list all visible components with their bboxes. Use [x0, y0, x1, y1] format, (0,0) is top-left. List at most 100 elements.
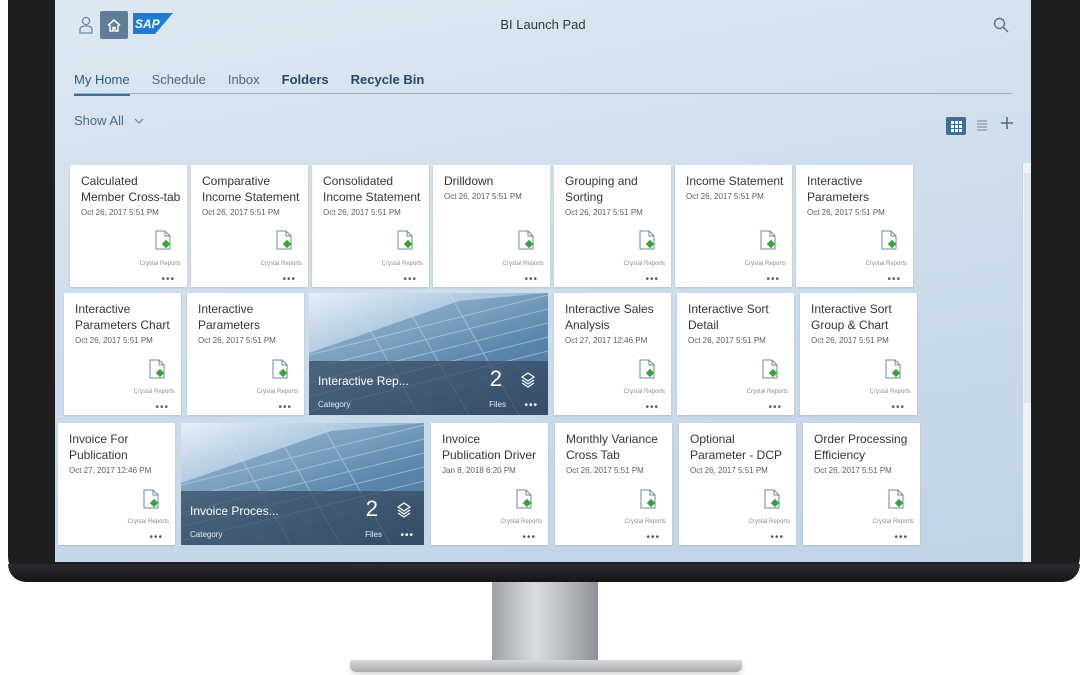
report-tile[interactable]: Interactive Sort Group & Chart Oct 26, 2… — [800, 293, 917, 415]
tile-title: Order Processing Efficiency — [814, 432, 908, 462]
stack-icon — [396, 502, 412, 518]
tile-type: Crystal Reports — [872, 519, 914, 525]
report-tile[interactable]: Interactive Parameters Oct 26, 2017 5:51… — [187, 293, 304, 415]
report-tile[interactable]: Monthly Variance Cross Tab Oct 26, 2017 … — [555, 423, 672, 545]
tile-title: Comparative Income Statement — [202, 174, 300, 204]
report-tile[interactable]: Grouping and Sorting Oct 26, 2017 5:51 P… — [554, 165, 671, 287]
report-tile[interactable]: Interactive Sort Detail Oct 26, 2017 5:5… — [677, 293, 794, 415]
tile-date: Oct 27, 2017 12:46 PM — [69, 466, 152, 475]
monitor-foot — [350, 660, 742, 672]
tile-date: Oct 26, 2017 5:51 PM — [202, 208, 280, 217]
report-tile[interactable]: Invoice Publication Driver Jan 8, 2018 6… — [431, 423, 548, 545]
report-tile[interactable]: Drilldown Oct 26, 2017 5:51 PM Crystal R… — [433, 165, 550, 287]
tile-date: Oct 26, 2017 5:51 PM — [814, 466, 892, 475]
category-tile[interactable]: Invoice Proces... Category 2 Files ••• — [181, 423, 424, 545]
tile-date: Oct 26, 2017 5:51 PM — [566, 466, 644, 475]
more-icon[interactable]: ••• — [770, 532, 784, 543]
more-icon[interactable]: ••• — [149, 532, 163, 543]
category-name: Interactive Rep... — [318, 374, 409, 388]
file-count: 2 — [489, 366, 502, 391]
shell-bar: SAP BI Launch Pad — [55, 0, 1031, 50]
tile-date: Oct 26, 2017 5:51 PM — [75, 336, 153, 345]
tile-type: Crystal Reports — [256, 389, 298, 395]
more-icon[interactable]: ••• — [645, 402, 659, 413]
list-view-icon[interactable] — [977, 120, 987, 132]
tile-date: Oct 26, 2017 5:51 PM — [565, 208, 643, 217]
crystal-report-icon — [640, 489, 656, 509]
tab-divider — [74, 93, 1012, 94]
tile-title: Interactive Sales Analysis — [565, 302, 654, 332]
crystal-report-icon — [143, 489, 159, 509]
crystal-report-icon — [155, 230, 171, 250]
tile-date: Oct 26, 2017 5:51 PM — [688, 336, 766, 345]
tile-type: Crystal Reports — [500, 519, 542, 525]
crystal-report-icon — [149, 359, 165, 379]
report-tile[interactable]: Calculated Member Cross-tab Oct 26, 2017… — [70, 165, 187, 287]
file-count: 2 — [365, 496, 378, 521]
category-label: Category — [190, 530, 223, 539]
report-tile[interactable]: Invoice For Publication Oct 27, 2017 12:… — [58, 423, 175, 545]
tile-type: Crystal Reports — [865, 261, 907, 267]
tile-title: Income Statement — [686, 174, 784, 188]
tile-type: Crystal Reports — [127, 519, 169, 525]
more-icon[interactable]: ••• — [524, 274, 538, 285]
stack-icon — [520, 372, 536, 388]
tile-title: Invoice Publication Driver — [442, 432, 537, 462]
tile-type: Crystal Reports — [624, 519, 666, 525]
more-icon[interactable]: ••• — [645, 274, 659, 285]
more-icon[interactable]: ••• — [646, 532, 660, 543]
scroll-thumb[interactable] — [1024, 173, 1031, 403]
more-icon[interactable]: ••• — [768, 402, 782, 413]
crystal-report-icon — [888, 489, 904, 509]
tile-title: Monthly Variance Cross Tab — [566, 432, 658, 462]
tile-title: Calculated Member Cross-tab — [81, 174, 181, 204]
filter-label: Show All — [74, 113, 124, 128]
report-tile[interactable]: Interactive Parameters Chart Oct 26, 201… — [64, 293, 181, 415]
more-icon[interactable]: ••• — [400, 530, 414, 541]
crystal-report-icon — [272, 359, 288, 379]
category-name: Invoice Proces... — [190, 504, 279, 518]
report-tile[interactable]: Order Processing Efficiency Oct 26, 2017… — [803, 423, 920, 545]
report-tile[interactable]: Consolidated Income Statement Oct 26, 20… — [312, 165, 429, 287]
category-tile[interactable]: Interactive Rep... Category 2 Files ••• — [309, 293, 548, 415]
scrollbar[interactable] — [1022, 163, 1031, 562]
tile-title: Invoice For Publication — [69, 432, 129, 462]
report-tile[interactable]: Optional Parameter - DCP Oct 26, 2017 5:… — [679, 423, 796, 545]
crystal-report-icon — [762, 359, 778, 379]
more-icon[interactable]: ••• — [524, 400, 538, 411]
screen: SAP BI Launch Pad My Home Schedule Inbox… — [55, 0, 1031, 562]
tile-type: Crystal Reports — [623, 261, 665, 267]
tile-title: Consolidated Income Statement — [323, 174, 421, 204]
more-icon[interactable]: ••• — [891, 402, 905, 413]
tile-type: Crystal Reports — [139, 261, 181, 267]
crystal-report-icon — [518, 230, 534, 250]
monitor-stand — [492, 582, 598, 668]
tile-date: Oct 26, 2017 5:51 PM — [686, 192, 764, 201]
more-icon[interactable]: ••• — [161, 274, 175, 285]
more-icon[interactable]: ••• — [155, 402, 169, 413]
report-tile[interactable]: Interactive Parameters Oct 26, 2017 5:51… — [796, 165, 913, 287]
tile-type: Crystal Reports — [133, 389, 175, 395]
more-icon[interactable]: ••• — [894, 532, 908, 543]
report-tile[interactable]: Income Statement Oct 26, 2017 5:51 PM Cr… — [675, 165, 792, 287]
report-tile[interactable]: Interactive Sales Analysis Oct 27, 2017 … — [554, 293, 671, 415]
more-icon[interactable]: ••• — [278, 402, 292, 413]
filter-dropdown[interactable]: Show All — [74, 113, 144, 128]
search-icon[interactable] — [993, 17, 1009, 33]
tile-title: Optional Parameter - DCP — [690, 432, 783, 462]
more-icon[interactable]: ••• — [403, 274, 417, 285]
tile-title: Interactive Parameters Chart — [75, 302, 170, 332]
more-icon[interactable]: ••• — [522, 532, 536, 543]
add-icon[interactable] — [999, 115, 1015, 131]
more-icon[interactable]: ••• — [282, 274, 296, 285]
files-label: Files — [489, 400, 506, 409]
more-icon[interactable]: ••• — [766, 274, 780, 285]
crystal-report-icon — [276, 230, 292, 250]
tile-date: Oct 26, 2017 5:51 PM — [323, 208, 401, 217]
tile-date: Oct 26, 2017 5:51 PM — [444, 192, 522, 201]
tile-date: Oct 26, 2017 5:51 PM — [198, 336, 276, 345]
tile-type: Crystal Reports — [748, 519, 790, 525]
report-tile[interactable]: Comparative Income Statement Oct 26, 201… — [191, 165, 308, 287]
more-icon[interactable]: ••• — [887, 274, 901, 285]
grid-view-button[interactable] — [946, 117, 966, 135]
